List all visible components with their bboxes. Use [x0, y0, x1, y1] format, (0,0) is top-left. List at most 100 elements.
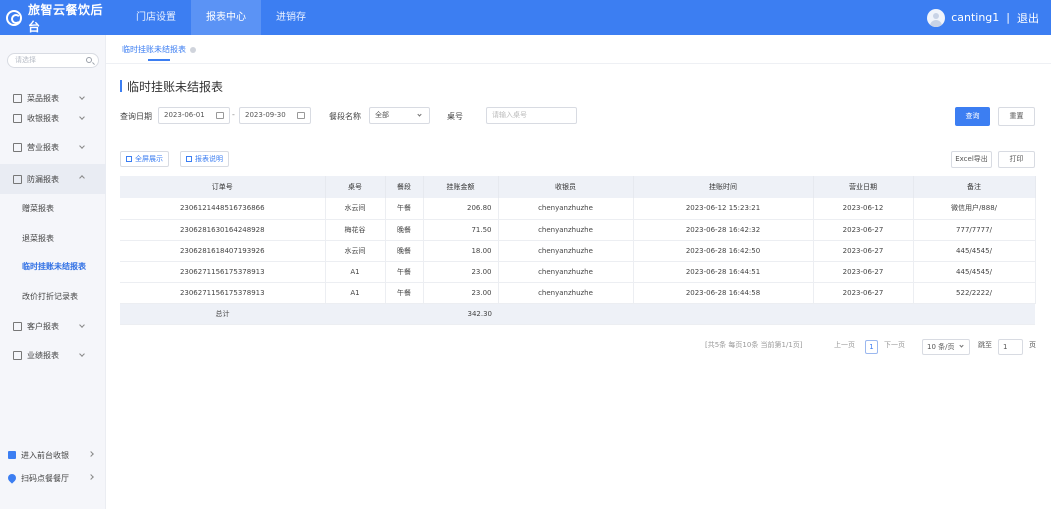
next-page-button[interactable]: 下一页 — [884, 340, 905, 350]
table-total-row: 总计 342.30 — [120, 303, 1035, 325]
col-header-meal[interactable]: 餐段 — [385, 176, 424, 198]
sidebar-item-label: 进入前台收银 — [21, 450, 69, 460]
brand[interactable]: 旅智云餐饮后台 — [0, 1, 115, 35]
col-header-table-no[interactable]: 桌号 — [325, 176, 386, 198]
sidebar-item-label: 菜品报表 — [27, 93, 59, 103]
cell-business-date: 2023-06-27 — [813, 261, 914, 283]
avatar-icon[interactable] — [927, 8, 946, 27]
cell-amount: 23.00 — [423, 261, 499, 283]
sidebar-search-input[interactable]: 请选择 — [7, 53, 99, 68]
sidebar-item-dish-report[interactable]: 菜品报表 — [0, 89, 106, 107]
excel-export-button[interactable]: Excel导出 — [951, 151, 992, 168]
cell-credit-time: 2023-06-28 16:44:58 — [633, 282, 814, 304]
chevron-down-icon — [79, 351, 85, 357]
cell-business-date: 2023-06-12 — [813, 198, 914, 220]
chevron-down-icon — [79, 143, 85, 149]
table-number-input[interactable]: 请输入桌号 — [486, 107, 577, 124]
col-header-amount[interactable]: 挂账金额 — [423, 176, 499, 198]
prev-page-button[interactable]: 上一页 — [834, 340, 855, 350]
date-start-value: 2023-06-01 — [164, 111, 205, 119]
sidebar-item-performance-report[interactable]: 业绩报表 — [0, 346, 106, 364]
goto-page-input[interactable]: 1 — [998, 339, 1023, 355]
chevron-up-icon — [79, 175, 85, 181]
col-header-cashier[interactable]: 收银员 — [498, 176, 634, 198]
reset-button[interactable]: 重置 — [998, 107, 1035, 126]
user-name[interactable]: canting1 — [951, 11, 999, 24]
sidebar-sub-item-gift-dish[interactable]: 赠菜报表 — [0, 200, 106, 218]
cell-amount: 18.00 — [423, 240, 499, 262]
table-row[interactable]: 2306271156175378913 A1 午餐 23.00 chenyanz… — [120, 282, 1036, 304]
sidebar: 请选择 菜品报表 收银报表 营业报表 防漏报表 赠菜报表 退菜报表 临时挂账未结… — [0, 35, 106, 509]
date-end-input[interactable]: 2023-09-30 — [239, 107, 311, 124]
current-page-button[interactable]: 1 — [865, 340, 878, 354]
cashier-report-icon — [13, 113, 22, 123]
location-pin-icon — [6, 472, 18, 484]
tab-temp-credit-report[interactable]: 临时挂账未结报表 — [122, 44, 196, 55]
table-row[interactable]: 2306121448516736866 水云间 午餐 206.80 chenya… — [120, 198, 1036, 220]
user-separator: | — [1006, 11, 1010, 24]
page-size-value: 10 条/页 — [927, 343, 955, 351]
cell-remark: 445/4545/ — [913, 240, 1036, 262]
tab-label: 临时挂账未结报表 — [122, 45, 186, 54]
total-label: 总计 — [120, 303, 325, 325]
cell-amount: 23.00 — [423, 282, 499, 304]
meal-label: 餐段名称 — [329, 112, 361, 121]
cell-order-no: 2306281630164248928 — [120, 219, 326, 241]
table-number-placeholder: 请输入桌号 — [492, 111, 527, 119]
sidebar-item-leak-report[interactable]: 防漏报表 — [0, 164, 106, 194]
table-row[interactable]: 2306281618407193926 水云间 晚餐 18.00 chenyan… — [120, 240, 1036, 262]
table-header-row: 订单号 桌号 餐段 挂账金额 收银员 挂账时间 营业日期 备注 — [120, 176, 1036, 198]
print-button[interactable]: 打印 — [998, 151, 1035, 168]
date-end-value: 2023-09-30 — [245, 111, 286, 119]
table-row[interactable]: 2306281630164248928 梅花谷 晚餐 71.50 chenyan… — [120, 219, 1036, 241]
cell-cashier: chenyanzhuzhe — [498, 198, 634, 220]
table-row[interactable]: 2306271156175378913 A1 午餐 23.00 chenyanz… — [120, 261, 1036, 283]
cell-order-no: 2306121448516736866 — [120, 198, 326, 220]
business-report-icon — [13, 142, 22, 152]
total-empty-cell — [498, 303, 633, 325]
col-header-remark[interactable]: 备注 — [913, 176, 1036, 198]
search-button[interactable]: 查询 — [955, 107, 990, 126]
sidebar-item-cashier-report[interactable]: 收银报表 — [0, 109, 106, 127]
total-empty-cell — [913, 303, 1035, 325]
main-nav: 门店设置 报表中心 进销存 — [121, 0, 321, 35]
nav-inventory[interactable]: 进销存 — [261, 0, 321, 35]
sidebar-item-scan-order[interactable]: 扫码点餐餐厅 — [0, 469, 106, 487]
sidebar-sub-item-return-dish[interactable]: 退菜报表 — [0, 230, 106, 248]
cell-table-no: 梅花谷 — [325, 219, 386, 241]
col-header-credit-time[interactable]: 挂账时间 — [633, 176, 814, 198]
report-desc-button[interactable]: 报表说明 — [180, 151, 229, 167]
cell-cashier: chenyanzhuzhe — [498, 282, 634, 304]
page-size-select[interactable]: 10 条/页 — [922, 339, 970, 355]
chevron-down-icon — [959, 343, 964, 348]
meal-select[interactable]: 全部 — [369, 107, 430, 124]
sidebar-item-business-report[interactable]: 营业报表 — [0, 138, 106, 156]
calendar-icon — [216, 112, 224, 119]
sidebar-item-enter-pos[interactable]: 进入前台收银 — [0, 446, 106, 464]
fullscreen-icon — [126, 156, 132, 162]
total-empty-cell — [325, 303, 385, 325]
dish-report-icon — [13, 93, 22, 103]
col-header-order-no[interactable]: 订单号 — [120, 176, 326, 198]
fullscreen-button[interactable]: 全屏展示 — [120, 151, 169, 167]
col-header-business-date[interactable]: 营业日期 — [813, 176, 914, 198]
nav-store-settings[interactable]: 门店设置 — [121, 0, 191, 35]
pagination-summary: [共5条 每页10条 当前第1/1页] — [705, 341, 803, 349]
customer-report-icon — [13, 321, 22, 331]
total-amount: 342.30 — [423, 303, 498, 325]
cell-meal: 晚餐 — [385, 219, 424, 241]
logout-button[interactable]: 退出 — [1017, 10, 1039, 26]
sidebar-sub-item-price-change[interactable]: 改价打折记录表 — [0, 288, 106, 306]
cell-table-no: 水云间 — [325, 198, 386, 220]
nav-report-center[interactable]: 报表中心 — [191, 0, 261, 35]
sidebar-sub-item-temp-credit[interactable]: 临时挂账未结报表 — [0, 258, 106, 276]
chevron-down-icon — [79, 114, 85, 120]
date-start-input[interactable]: 2023-06-01 — [158, 107, 230, 124]
chevron-down-icon — [79, 94, 85, 100]
page-unit-label: 页 — [1029, 341, 1036, 349]
cell-order-no: 2306271156175378913 — [120, 261, 326, 283]
sidebar-item-customer-report[interactable]: 客户报表 — [0, 317, 106, 335]
cell-meal: 午餐 — [385, 198, 424, 220]
tab-close-icon[interactable] — [190, 46, 196, 53]
total-empty-cell — [385, 303, 423, 325]
